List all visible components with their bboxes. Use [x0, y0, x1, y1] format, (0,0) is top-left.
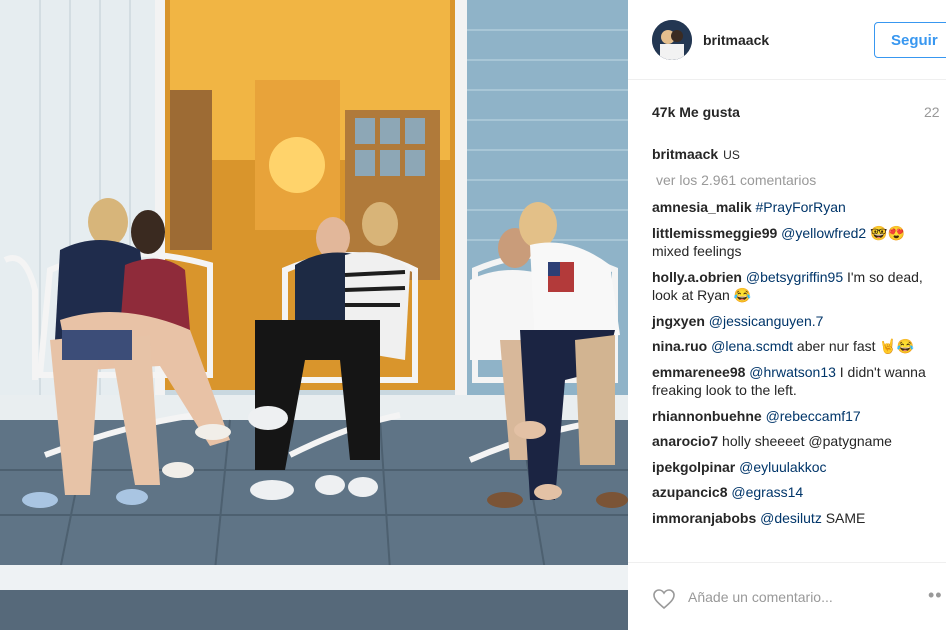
follow-button[interactable]: Seguir [874, 22, 946, 58]
caption-text: US [723, 148, 740, 162]
comment-item: immoranjabobs @desilutz SAME [652, 509, 946, 528]
comment-mention[interactable]: #PrayForRyan [756, 199, 846, 215]
comment-mention[interactable]: @eyluulakkoc [739, 459, 826, 475]
comments-list: amnesia_malik #PrayForRyan littlemissmeg… [652, 198, 946, 534]
comment-username[interactable]: azupancic8 [652, 484, 727, 500]
comment-username[interactable]: ipekgolpinar [652, 459, 735, 475]
ellipsis-icon[interactable]: •• [928, 585, 943, 606]
comment-username[interactable]: jngxyen [652, 313, 705, 329]
comment-username[interactable]: emmarenee98 [652, 364, 745, 380]
comment-item: azupancic8 @egrass14 [652, 483, 946, 502]
comment-item: littlemissmeggie99 @yellowfred2 🤓😍 mixed… [652, 224, 946, 261]
view-all-comments-link[interactable]: ver los 2.961 comentarios [656, 172, 816, 188]
post-caption: britmaack US [652, 146, 740, 162]
comment-mention[interactable]: @desilutz [760, 510, 822, 526]
comment-item: rhiannonbuehne @rebeccamf17 [652, 407, 946, 426]
comment-text: holly sheeeet @patygname [718, 433, 892, 449]
comment-item: emmarenee98 @hrwatson13 I didn't wanna f… [652, 363, 946, 400]
heart-outline-icon[interactable] [652, 587, 676, 611]
comment-item: holly.a.obrien @betsygriffin95 I'm so de… [652, 268, 946, 305]
caption-username[interactable]: britmaack [652, 146, 718, 162]
add-comment-input[interactable]: Añade un comentario... [688, 589, 833, 605]
comment-mention[interactable]: @yellowfred2 [781, 225, 866, 241]
add-comment-bar: Añade un comentario... •• [628, 562, 946, 630]
likes-count[interactable]: 47k Me gusta [652, 104, 740, 120]
post-side-panel: britmaack Seguir 47k Me gusta 22 britmaa… [628, 0, 946, 630]
comment-text: aber nur fast 🤘😂 [793, 338, 915, 354]
comment-username[interactable]: amnesia_malik [652, 199, 752, 215]
comment-text: SAME [821, 509, 866, 526]
comment-item: anarocio7 holly sheeeet @patygname [652, 432, 946, 451]
comment-mention[interactable]: @egrass14 [731, 484, 803, 500]
comment-item: jngxyen @jessicanguyen.7 [652, 312, 946, 331]
comment-mention[interactable]: @lena.scmdt [711, 338, 793, 354]
comment-username[interactable]: rhiannonbuehne [652, 408, 762, 424]
comment-username[interactable]: nina.ruo [652, 338, 707, 354]
comment-username[interactable]: anarocio7 [652, 433, 718, 449]
comment-username[interactable]: holly.a.obrien [652, 269, 742, 285]
comment-mention[interactable]: @hrwatson13 [749, 364, 836, 380]
comment-mention[interactable]: @jessicanguyen.7 [709, 313, 824, 329]
avatar-image [652, 20, 692, 60]
comment-username[interactable]: littlemissmeggie99 [652, 225, 777, 241]
comment-username[interactable]: immoranjabobs [652, 510, 756, 526]
post-header: britmaack Seguir [628, 0, 946, 80]
header-username[interactable]: britmaack [703, 32, 769, 48]
comment-item: ipekgolpinar @eyluulakkoc [652, 458, 946, 477]
comment-item: amnesia_malik #PrayForRyan [652, 198, 946, 217]
post-photo[interactable] [0, 0, 628, 630]
photo-illustration [0, 0, 628, 630]
comment-mention[interactable]: @betsygriffin95 [746, 269, 843, 285]
post-time[interactable]: 22 [924, 104, 940, 120]
comment-mention[interactable]: @rebeccamf17 [766, 408, 861, 424]
comment-item: nina.ruo @lena.scmdt aber nur fast 🤘😂 [652, 337, 946, 356]
avatar[interactable] [652, 20, 692, 60]
